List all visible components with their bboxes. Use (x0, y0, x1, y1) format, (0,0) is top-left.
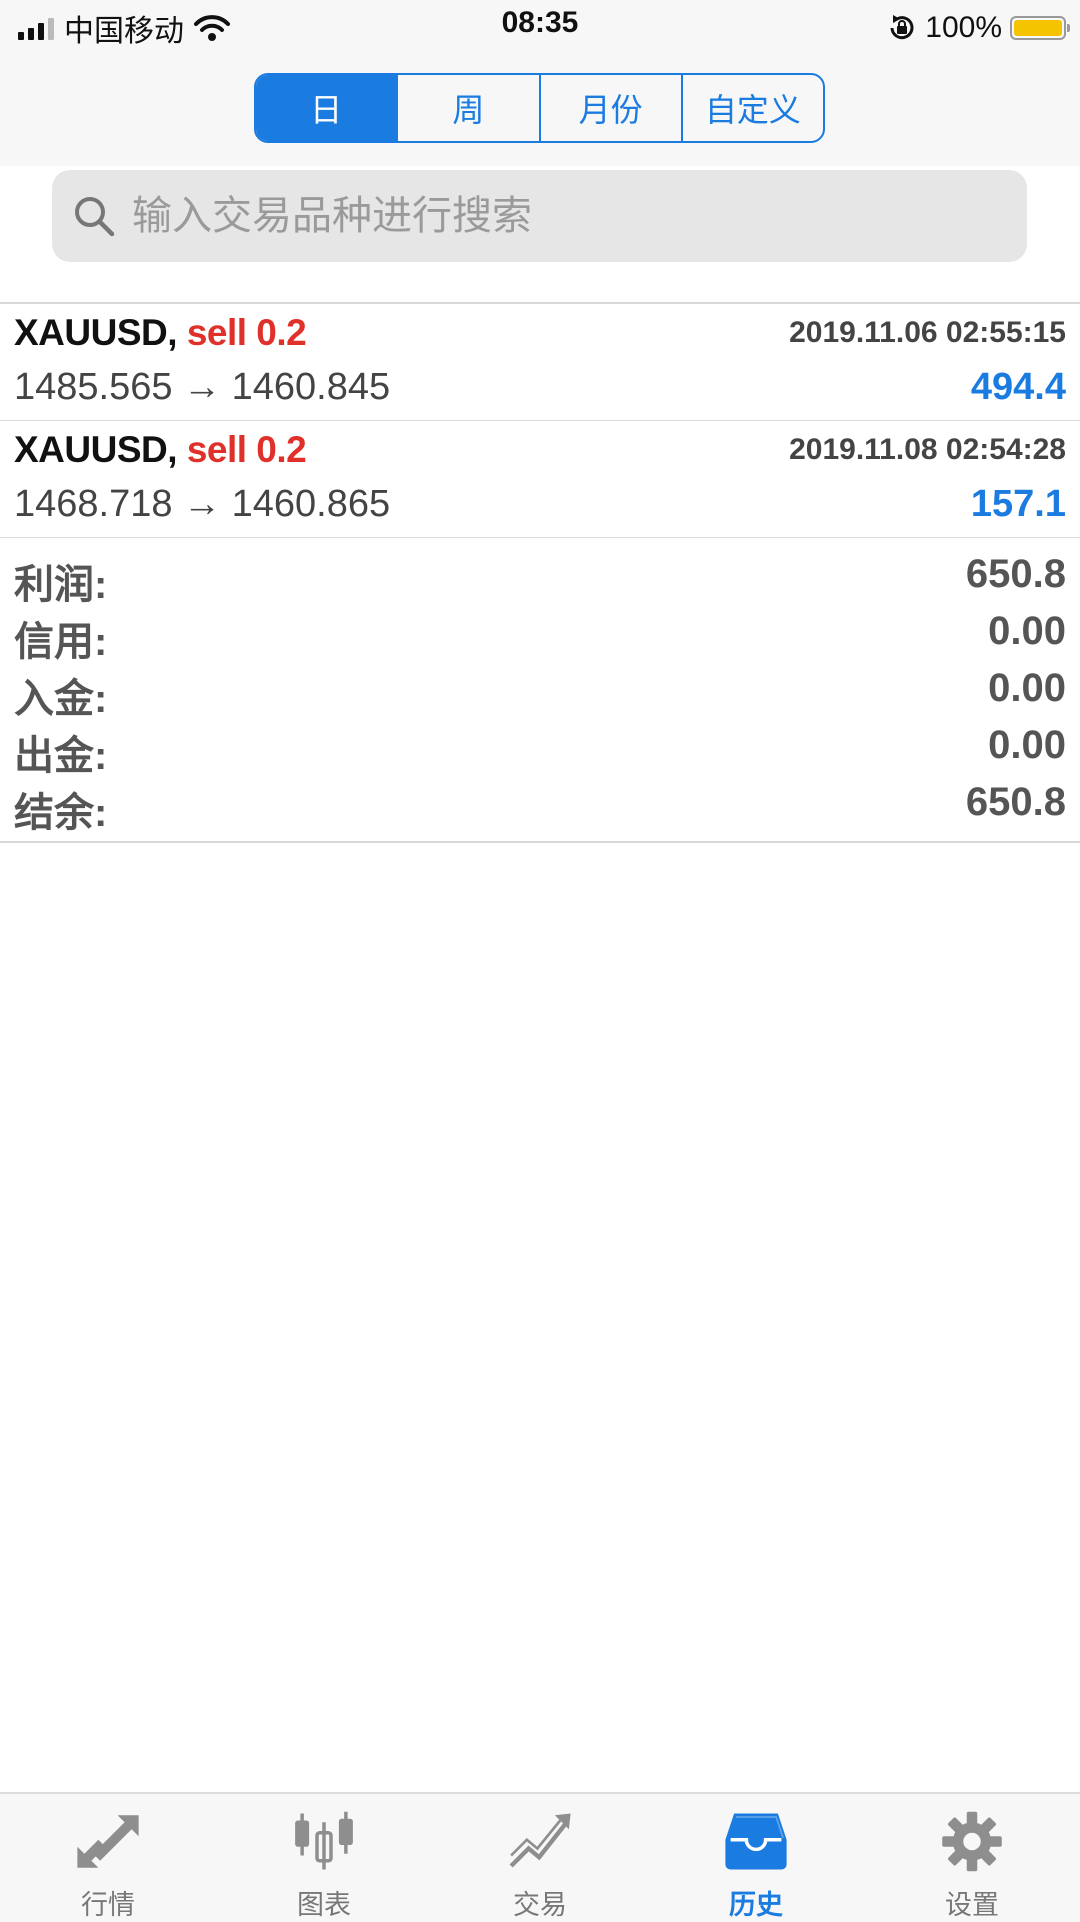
trade-row[interactable]: XAUUSD, sell 0.2 2019.11.08 02:54:28 146… (0, 421, 1080, 538)
trade-side: sell 0.2 (186, 312, 307, 353)
period-segmented-control: 日 周 月份 自定义 (254, 73, 825, 143)
search-bar[interactable] (52, 170, 1027, 262)
search-input[interactable] (130, 192, 954, 240)
tab-period-week[interactable]: 周 (396, 75, 538, 141)
trade-row[interactable]: XAUUSD, sell 0.2 2019.11.06 02:55:15 148… (0, 304, 1080, 421)
trade-time: 2019.11.08 02:54:28 (789, 433, 1066, 466)
summary-row-withdrawal: 出金: 0.00 (0, 719, 1080, 778)
tab-period-month[interactable]: 月份 (538, 75, 681, 141)
trade-prices: 1468.718 → 1460.865 (14, 483, 391, 525)
trade-profit: 494.4 (970, 366, 1066, 408)
trade-symbol: XAUUSD, (14, 312, 178, 353)
summary-value: 0.00 (988, 723, 1066, 767)
tab-label: 交易 (513, 1890, 567, 1920)
summary-label: 利润: (14, 563, 108, 607)
summary-label: 出金: (14, 734, 108, 778)
account-summary: 利润: 650.8 信用: 0.00 入金: 0.00 出金: 0.00 结余:… (0, 538, 1080, 843)
rotation-lock-icon (890, 15, 914, 40)
history-inbox-icon (725, 1813, 787, 1870)
tab-quotes[interactable]: 行情 (0, 1794, 216, 1922)
tab-label: 图表 (297, 1890, 351, 1920)
gear-icon (942, 1811, 1002, 1872)
candlestick-chart-icon (295, 1811, 353, 1870)
trade-time: 2019.11.06 02:55:15 (789, 316, 1066, 349)
tab-history[interactable]: 历史 (648, 1794, 864, 1922)
summary-label: 信用: (14, 620, 108, 664)
tab-period-day[interactable]: 日 (256, 75, 397, 141)
tab-chart[interactable]: 图表 (216, 1794, 432, 1922)
summary-label: 入金: (14, 677, 108, 721)
summary-label: 结余: (14, 791, 108, 835)
status-bar: 中国移动 08:35 100% (0, 0, 1080, 56)
summary-row-profit: 利润: 650.8 (0, 548, 1080, 607)
quotes-arrows-icon (77, 1815, 139, 1868)
tab-label: 行情 (81, 1890, 135, 1920)
toolbar: 日 周 月份 自定义 (0, 56, 1080, 166)
history-list: XAUUSD, sell 0.2 2019.11.06 02:55:15 148… (0, 302, 1080, 843)
battery-percent: 100% (925, 11, 1002, 44)
summary-row-balance: 结余: 650.8 (0, 776, 1080, 835)
summary-row-credit: 信用: 0.00 (0, 605, 1080, 664)
trade-symbol-line: XAUUSD, sell 0.2 (14, 429, 307, 471)
summary-value: 650.8 (965, 552, 1066, 596)
trade-side: sell 0.2 (186, 429, 307, 470)
status-right: 100% (887, 8, 1070, 48)
battery-fill (1014, 20, 1062, 36)
tab-trade[interactable]: 交易 (432, 1794, 648, 1922)
tab-label: 历史 (729, 1890, 783, 1920)
search-icon (75, 197, 115, 237)
trade-prices: 1485.565 → 1460.845 (14, 366, 391, 408)
summary-value: 650.8 (965, 780, 1066, 824)
summary-value: 0.00 (988, 666, 1066, 710)
bottom-tab-bar: 行情 图表 交易 历史 设置 (0, 1792, 1080, 1922)
battery-icon (1010, 16, 1070, 40)
trade-profit: 157.1 (970, 483, 1066, 525)
trade-trend-icon (509, 1813, 571, 1868)
tab-settings[interactable]: 设置 (864, 1794, 1080, 1922)
summary-row-deposit: 入金: 0.00 (0, 662, 1080, 721)
trade-symbol: XAUUSD, (14, 429, 178, 470)
tab-label: 设置 (945, 1890, 999, 1920)
trade-symbol-line: XAUUSD, sell 0.2 (14, 312, 307, 354)
summary-value: 0.00 (988, 609, 1066, 653)
tab-period-custom[interactable]: 自定义 (680, 75, 823, 141)
